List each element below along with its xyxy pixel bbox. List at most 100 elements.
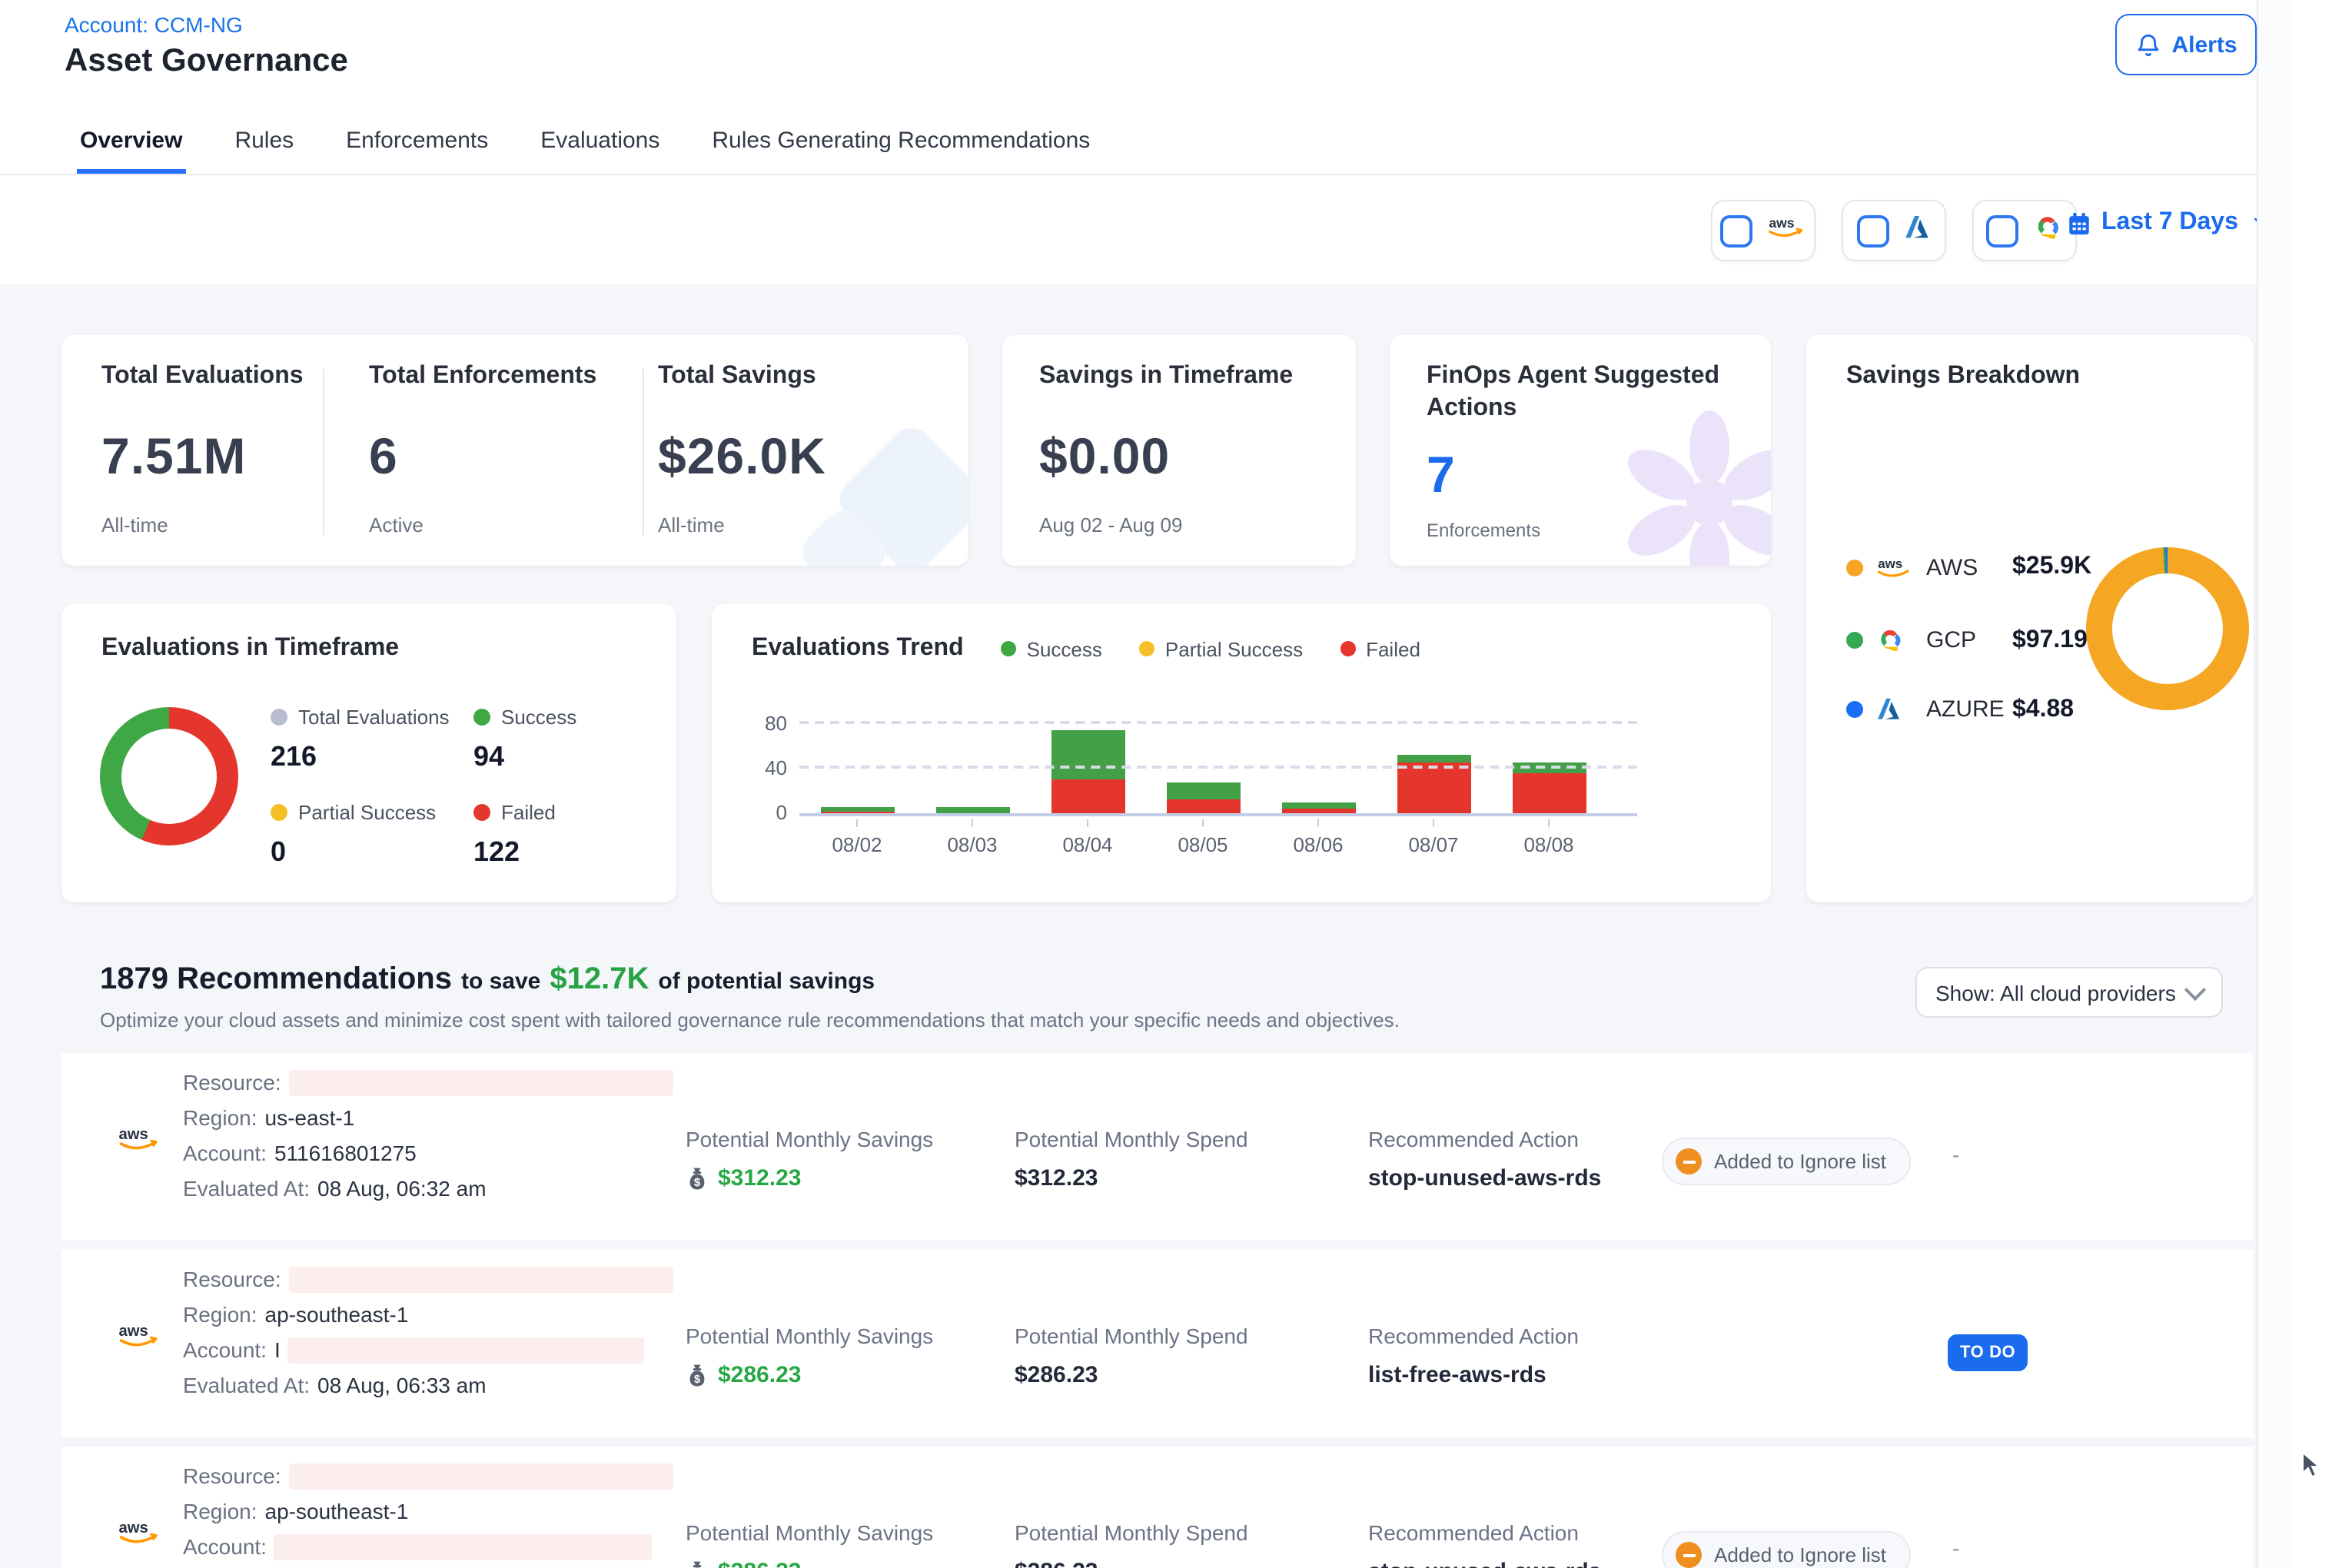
tab-rules[interactable]: Rules xyxy=(231,128,297,174)
tab-evaluations[interactable]: Evaluations xyxy=(537,128,663,174)
savings-timeframe-label: Savings in Timeframe xyxy=(1039,363,1293,390)
x-tick-label: 08/03 xyxy=(947,833,997,856)
date-range-selector[interactable]: Last 7 Days xyxy=(2066,209,2272,237)
success-dot xyxy=(1001,641,1016,656)
alerts-label: Alerts xyxy=(2171,32,2237,58)
total-enforcements-value: 6 xyxy=(369,427,596,486)
row-extra: - xyxy=(1952,1142,1959,1167)
flower-watermark xyxy=(1617,410,1771,566)
trend-plot-area: 04080 xyxy=(799,696,1637,816)
money-bag-icon: $ xyxy=(686,1363,709,1387)
legend-partial-success: Partial Success 0 xyxy=(271,801,436,869)
aws-label: AWS xyxy=(1926,554,2012,580)
x-tick-label: 08/05 xyxy=(1178,833,1227,856)
monthly-savings-value: $286.23 xyxy=(718,1362,801,1388)
svg-text:aws: aws xyxy=(1878,556,1902,570)
x-tick xyxy=(1548,819,1550,827)
trend-bar xyxy=(1512,763,1586,813)
savings-breakdown-card: Savings Breakdown aws AWS $25.9K GCP $97… xyxy=(1806,335,2254,902)
aws-icon: aws xyxy=(115,1517,161,1556)
total-evaluations-count: 216 xyxy=(271,741,450,773)
ignore-status-pill[interactable]: Added to Ignore list xyxy=(1662,1138,1911,1185)
aws-savings-value: $25.9K xyxy=(2012,553,2091,581)
region-label: Region: xyxy=(183,1105,257,1130)
azure-checkbox[interactable] xyxy=(1856,214,1889,247)
svg-text:aws: aws xyxy=(119,1323,148,1340)
tab-bar: Overview Rules Enforcements Evaluations … xyxy=(0,105,2257,175)
tab-rules-generating-recommendations[interactable]: Rules Generating Recommendations xyxy=(709,128,1093,174)
potential-savings-amount: $12.7K xyxy=(550,962,649,998)
monthly-spend-value: $312.23 xyxy=(1015,1165,1248,1191)
gcp-label: GCP xyxy=(1926,627,2012,653)
tab-overview[interactable]: Overview xyxy=(77,128,185,174)
calendar-icon xyxy=(2066,210,2092,236)
savings-breakdown-gcp-row: GCP $97.19 xyxy=(1846,624,2088,656)
cloud-provider-filter-dropdown[interactable]: Show: All cloud providers xyxy=(1915,967,2223,1018)
trend-legend-partial: Partial Success xyxy=(1139,637,1303,660)
resource-label: Resource: xyxy=(183,1070,281,1095)
redacted-account xyxy=(274,1533,653,1560)
trend-bar xyxy=(820,806,894,813)
aws-icon: aws xyxy=(1874,554,1920,580)
provider-filter-azure[interactable] xyxy=(1842,200,1946,261)
aws-icon: aws xyxy=(115,1321,161,1359)
donut-hole xyxy=(121,729,217,824)
recommended-action-value: list-free-aws-rds xyxy=(1368,1362,1579,1388)
azure-savings-value: $4.88 xyxy=(2012,696,2074,723)
account-link[interactable]: Account: CCM-NG xyxy=(65,12,243,37)
evaluated-at-value: 08 Aug, 06:33 am xyxy=(317,1373,487,1397)
todo-badge[interactable]: TO DO xyxy=(1948,1334,2028,1371)
redacted-resource xyxy=(289,1463,673,1489)
aws-legend-dot xyxy=(1846,559,1863,576)
alerts-button[interactable]: Alerts xyxy=(2115,14,2257,75)
viewport: Account: CCM-NG Asset Governance Alerts … xyxy=(0,0,2352,1568)
total-evaluations-dot xyxy=(271,709,287,726)
evaluated-at-value: 08 Aug, 06:32 am xyxy=(317,1176,487,1201)
scrollbar[interactable] xyxy=(2257,0,2295,1568)
total-evaluations-sub: All-time xyxy=(101,513,304,537)
account-value: 511616801275 xyxy=(274,1141,417,1165)
legend-success: Success 94 xyxy=(473,706,576,773)
recommendation-row[interactable]: aws Resource: Region:us-east-1 Account:5… xyxy=(61,1053,2254,1241)
monthly-spend-value: $286.23 xyxy=(1015,1362,1248,1388)
evaluations-timeframe-card: Evaluations in Timeframe Total Evaluatio… xyxy=(61,604,676,902)
recommendation-row[interactable]: aws Resource: Region:ap-southeast-1 Acco… xyxy=(61,1447,2254,1568)
total-enforcements-label: Total Enforcements xyxy=(369,363,596,390)
total-enforcements-sub: Active xyxy=(369,513,596,537)
total-savings-value: $26.0K xyxy=(658,427,826,486)
recommended-action-column: Recommended Action stop-unused-aws-rds xyxy=(1368,1520,1601,1568)
ignore-status-pill[interactable]: Added to Ignore list xyxy=(1662,1531,1911,1568)
gcp-checkbox[interactable] xyxy=(1985,214,2018,247)
x-tick xyxy=(1202,819,1204,827)
money-bag-icon: $ xyxy=(686,1166,709,1191)
monthly-spend-value: $286.23 xyxy=(1015,1559,1248,1568)
account-label: Account: xyxy=(183,1337,267,1362)
provider-filter-aws[interactable]: aws xyxy=(1711,200,1815,261)
monthly-savings-column: Potential Monthly Savings $$312.23 xyxy=(686,1127,933,1191)
region-value: ap-southeast-1 xyxy=(265,1499,409,1523)
chevron-down-icon xyxy=(2184,978,2206,1000)
aws-checkbox[interactable] xyxy=(1720,214,1752,247)
svg-text:aws: aws xyxy=(1769,214,1794,230)
svg-text:aws: aws xyxy=(119,1126,148,1143)
dropdown-selected-value: Show: All cloud providers xyxy=(1935,980,2176,1005)
aws-icon: aws xyxy=(1765,213,1806,248)
region-label: Region: xyxy=(183,1499,257,1523)
account-label: Account: xyxy=(183,1141,267,1165)
tab-enforcements[interactable]: Enforcements xyxy=(343,128,491,174)
right-margin xyxy=(2294,0,2352,1568)
legend-failed: Failed 122 xyxy=(473,801,556,869)
provider-filter-gcp[interactable] xyxy=(1972,200,2077,261)
recommended-action-column: Recommended Action list-free-aws-rds xyxy=(1368,1324,1579,1388)
minus-circle-icon xyxy=(1676,1542,1702,1568)
recommendation-row[interactable]: aws Resource: Region:ap-southeast-1 Acco… xyxy=(61,1250,2254,1437)
y-tick-label: 80 xyxy=(753,712,787,735)
x-tick-label: 08/02 xyxy=(832,833,882,856)
trend-bars xyxy=(799,696,1637,813)
trend-bar xyxy=(1051,729,1125,813)
status-label: Added to Ignore list xyxy=(1714,1150,1886,1173)
trend-legend-success: Success xyxy=(1001,637,1102,660)
evaluations-trend-card: Evaluations Trend Success Partial Succes… xyxy=(712,604,1771,902)
savings-timeframe-value: $0.00 xyxy=(1039,427,1293,486)
trend-x-axis: 08/0208/0308/0408/0508/0608/0708/08 xyxy=(799,819,1637,856)
